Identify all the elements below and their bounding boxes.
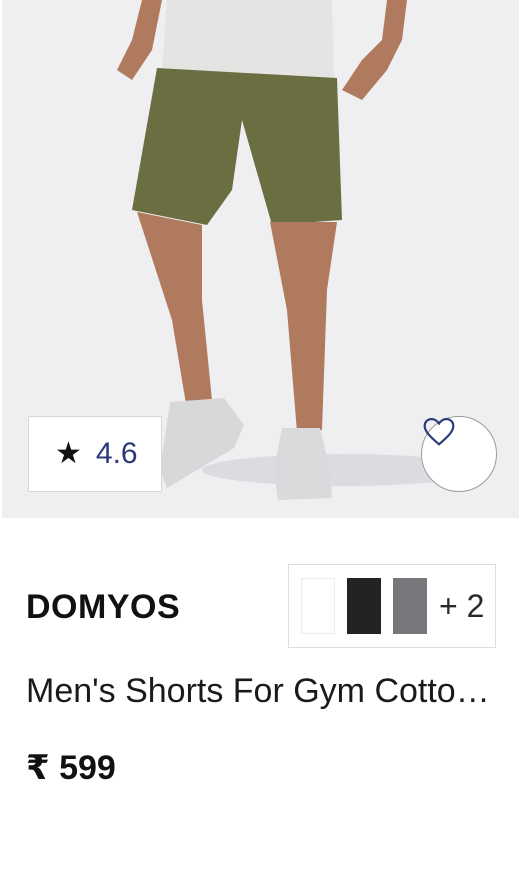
color-swatches[interactable]: + 2 <box>288 564 496 648</box>
brand-name: DOMYOS <box>26 588 181 626</box>
swatch-white[interactable] <box>301 578 335 634</box>
more-colors-count[interactable]: + 2 <box>439 588 484 625</box>
swatch-gray[interactable] <box>393 578 427 634</box>
rating-badge: ★ 4.6 <box>28 416 162 492</box>
product-price: ₹ 599 <box>26 749 116 787</box>
star-icon: ★ <box>55 437 82 470</box>
product-title[interactable]: Men's Shorts For Gym Cotto… <box>26 672 486 711</box>
wishlist-button[interactable] <box>421 416 497 492</box>
heart-icon <box>423 417 455 446</box>
rating-value: 4.6 <box>95 437 138 470</box>
product-image[interactable]: ★ 4.6 <box>2 0 519 518</box>
swatch-black[interactable] <box>347 578 381 634</box>
